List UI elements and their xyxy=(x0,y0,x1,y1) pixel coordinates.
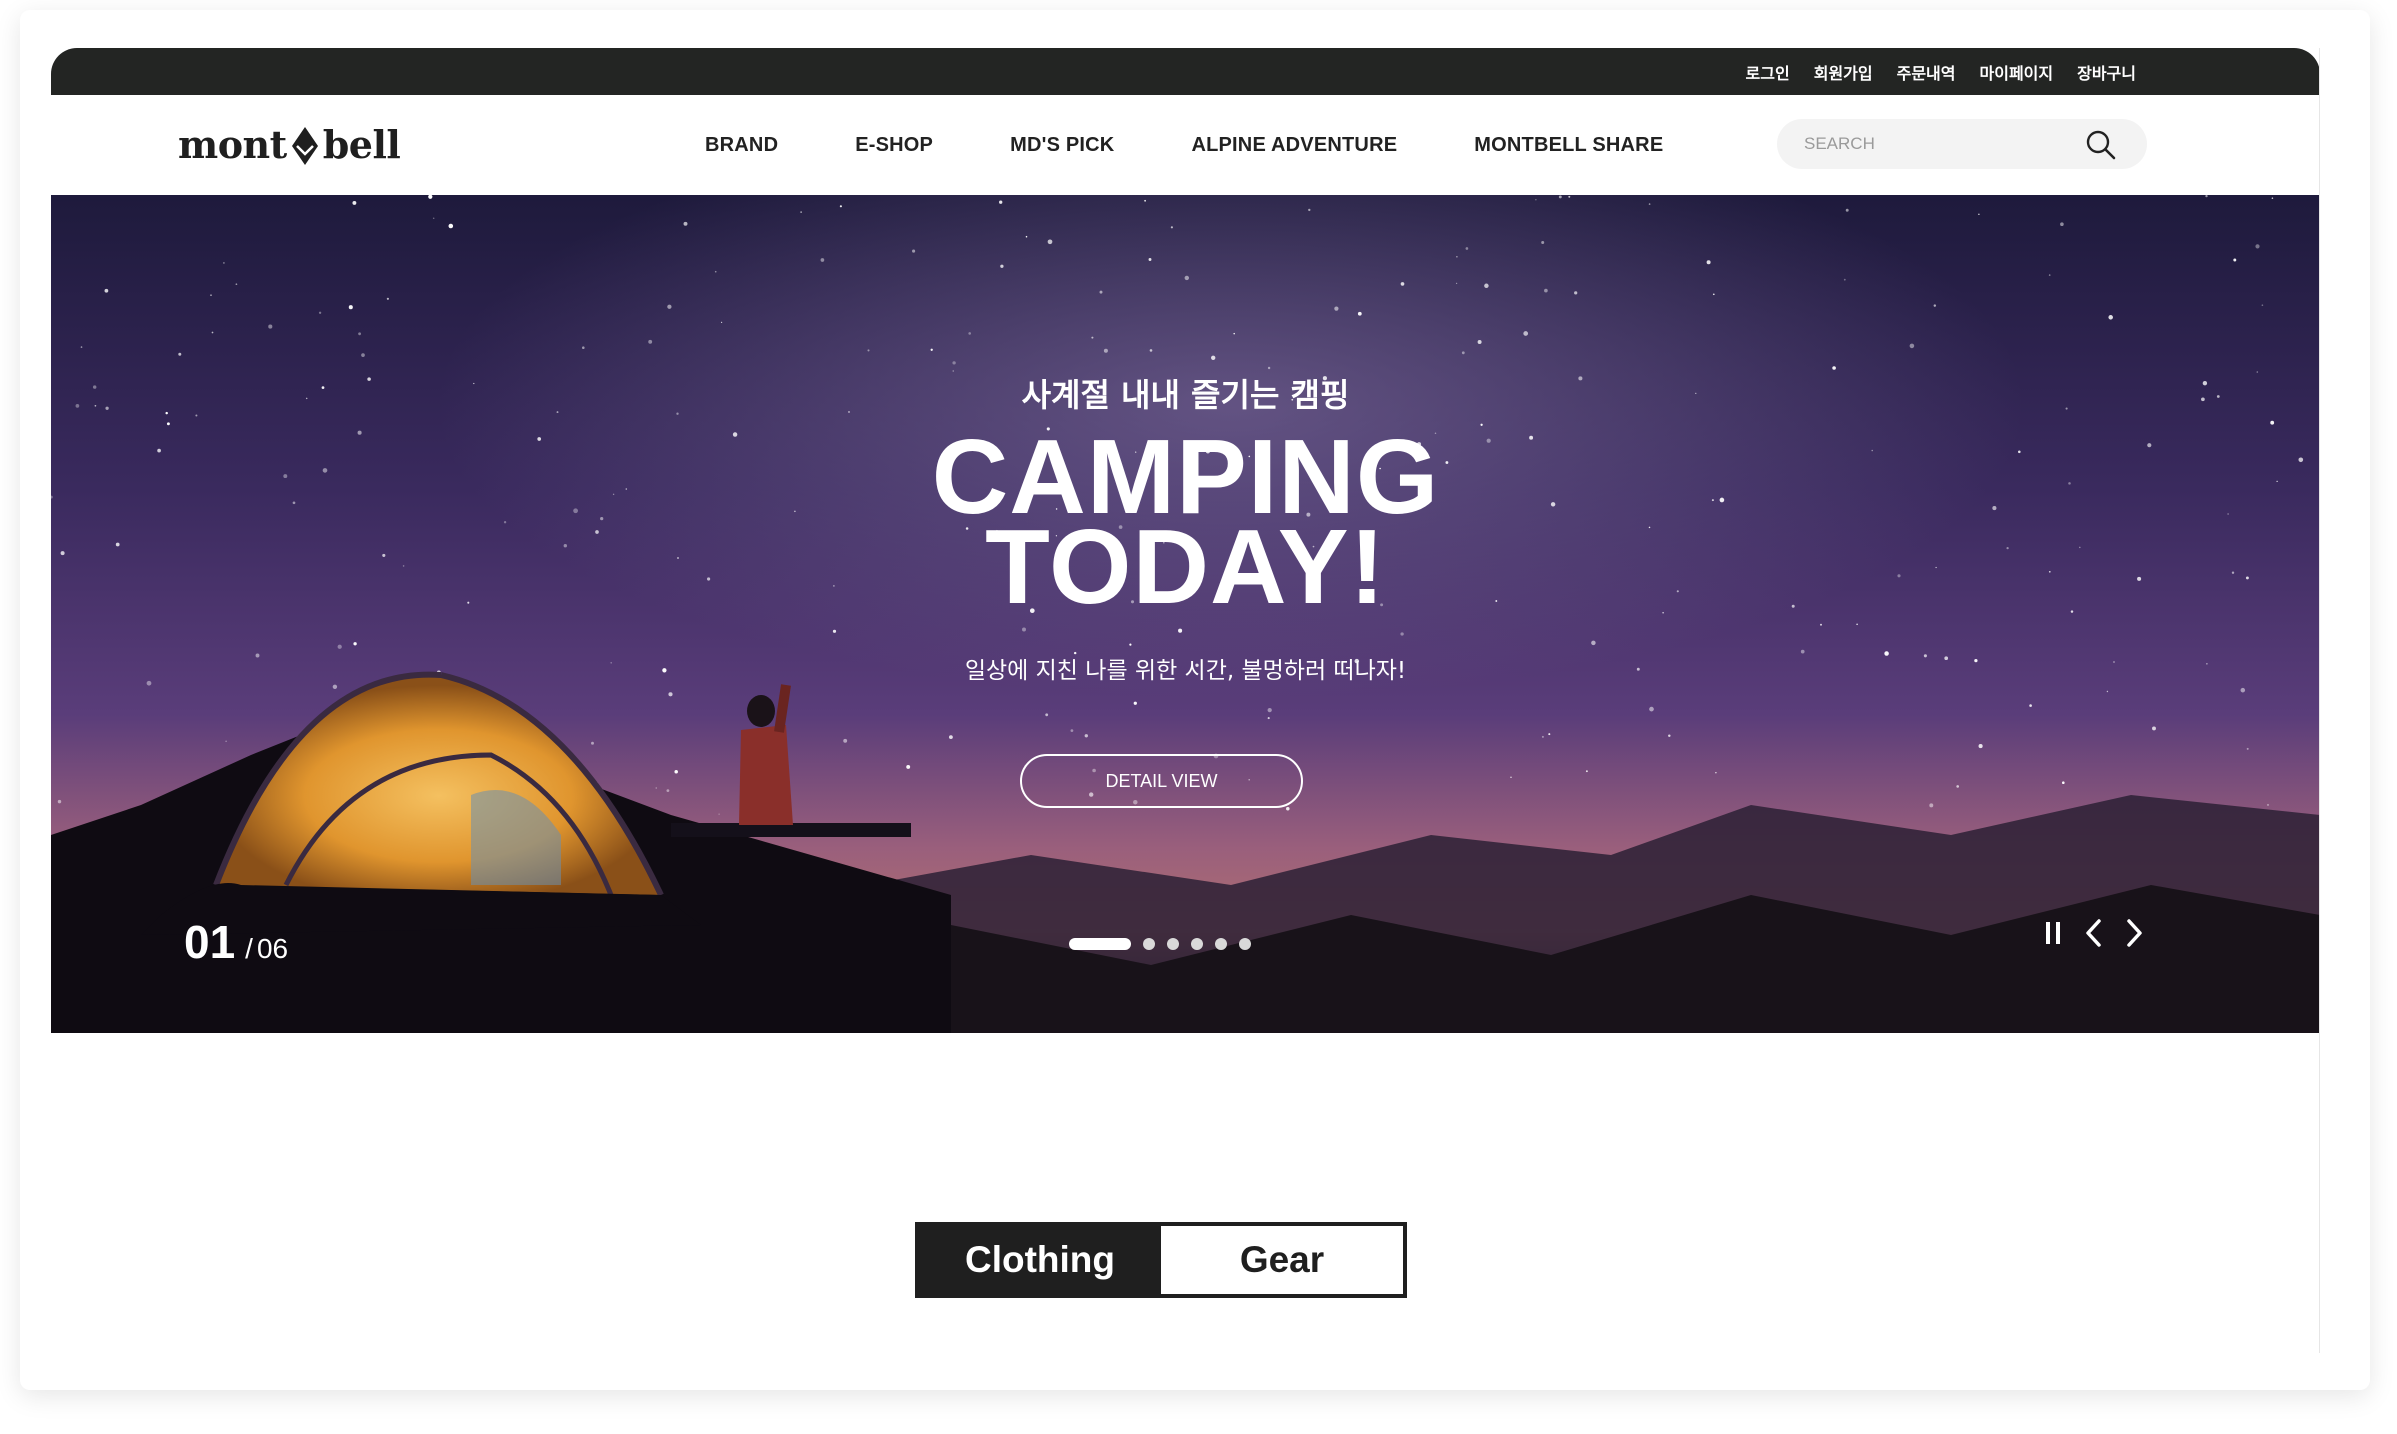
category-tabs: Clothing Gear xyxy=(915,1222,1407,1298)
logo-text-right: bell xyxy=(322,121,401,167)
slide-dot[interactable] xyxy=(1167,938,1179,950)
nav-item-montbell-share[interactable]: MONTBELL SHARE xyxy=(1474,134,1663,157)
order-history-link[interactable]: 주문내역 xyxy=(1897,60,1956,84)
slide-dot[interactable] xyxy=(1069,938,1131,950)
slide-total: 06 xyxy=(256,933,289,964)
logo-text-left: mont xyxy=(178,121,287,167)
hero-title: CAMPING TODAY! xyxy=(51,424,2320,626)
slide-dot[interactable] xyxy=(1239,938,1251,950)
slide-dot[interactable] xyxy=(1191,938,1203,950)
slide-dot[interactable] xyxy=(1143,938,1155,950)
logo-diamond-icon xyxy=(291,127,318,165)
nav-item-eshop[interactable]: E-SHOP xyxy=(855,134,933,157)
hero-subtitle: 사계절 내내 즐기는 캠핑 xyxy=(1021,376,1350,414)
search-box xyxy=(1777,119,2147,169)
hero-title-line2: TODAY! xyxy=(985,508,1386,626)
nav-item-alpine-adventure[interactable]: ALPINE ADVENTURE xyxy=(1191,134,1397,157)
slide-pagination xyxy=(1069,937,1251,951)
login-link[interactable]: 로그인 xyxy=(1746,60,1790,84)
hero-banner: 사계절 내내 즐기는 캠핑 CAMPING TODAY! 일상에 지친 나를 위… xyxy=(51,195,2320,1033)
slide-controls xyxy=(2041,918,2147,948)
slide-separator: / xyxy=(245,933,253,964)
mypage-link[interactable]: 마이페이지 xyxy=(1980,60,2054,84)
main-header: mont bell BRAND E-SHOP MD'S PICK ALPINE … xyxy=(51,95,2320,195)
site-page: 로그인 회원가입 주문내역 마이페이지 장바구니 mont bell BRAND… xyxy=(51,48,2320,1358)
pause-icon[interactable] xyxy=(2041,918,2067,948)
utility-bar: 로그인 회원가입 주문내역 마이페이지 장바구니 xyxy=(51,48,2320,95)
page-edge-line xyxy=(2319,48,2320,1353)
slide-current: 01 xyxy=(184,916,236,968)
tab-clothing[interactable]: Clothing xyxy=(919,1226,1161,1294)
slide-counter: 01 /06 xyxy=(184,915,288,969)
nav-item-mds-pick[interactable]: MD'S PICK xyxy=(1010,134,1114,157)
search-icon[interactable] xyxy=(2085,129,2117,161)
search-input[interactable] xyxy=(1804,134,2064,154)
montbell-logo[interactable]: mont bell xyxy=(178,119,401,169)
slide-dot[interactable] xyxy=(1215,938,1227,950)
utility-links: 로그인 회원가입 주문내역 마이페이지 장바구니 xyxy=(1746,48,2136,95)
signup-link[interactable]: 회원가입 xyxy=(1814,60,1873,84)
detail-view-button[interactable]: DETAIL VIEW xyxy=(1020,754,1303,808)
tab-gear[interactable]: Gear xyxy=(1161,1226,1403,1294)
chevron-left-icon[interactable] xyxy=(2081,918,2107,948)
chevron-right-icon[interactable] xyxy=(2121,918,2147,948)
nav-item-brand[interactable]: BRAND xyxy=(705,134,778,157)
cart-link[interactable]: 장바구니 xyxy=(2077,60,2136,84)
main-nav: BRAND E-SHOP MD'S PICK ALPINE ADVENTURE … xyxy=(705,95,1663,195)
hero-description: 일상에 지친 나를 위한 시간, 불멍하러 떠나자! xyxy=(964,658,1407,684)
